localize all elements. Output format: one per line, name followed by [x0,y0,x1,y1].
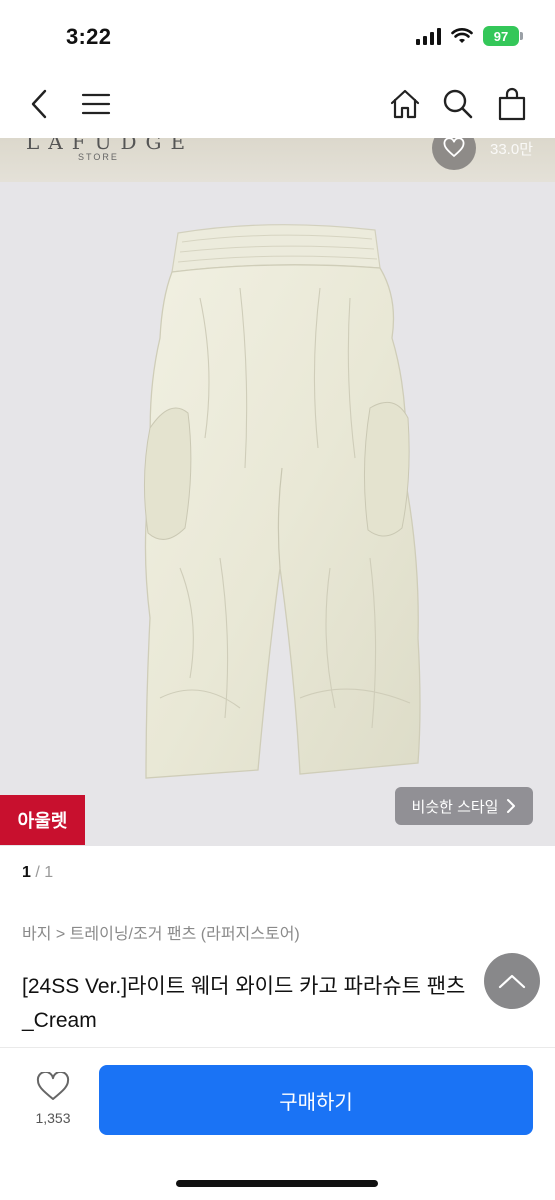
battery-icon: 97 [483,26,523,46]
cargo-pants-image [143,224,421,779]
wishlist-count: 1,353 [35,1110,71,1126]
wifi-icon [451,28,473,43]
wishlist-button[interactable]: 1,353 [22,1072,84,1126]
shopping-bag-icon[interactable] [492,84,532,124]
product-title: [24SS Ver.]라이트 웨더 와이드 카고 파라슈트 팬츠_Cream [22,975,466,1032]
pager-total: / 1 [35,864,54,881]
chevron-up-icon [498,974,526,989]
breadcrumb[interactable]: 바지 > 트레이닝/조거 팬츠 (라퍼지스토어) [22,920,300,944]
product-image[interactable]: LAFUDGE STORE 33.0만 [0,138,555,846]
similar-style-label: 비슷한 스타일 [411,798,499,816]
buy-button[interactable]: 구매하기 [99,1065,533,1135]
image-pager: 1 / 1 [22,864,53,882]
nav-bar [0,72,555,134]
similar-style-button[interactable]: 비슷한 스타일 [395,787,533,825]
battery-level: 97 [493,28,509,44]
scroll-top-button[interactable] [484,953,540,1009]
home-indicator [176,1180,378,1187]
status-bar: 3:22 97 [0,0,555,70]
home-icon[interactable] [385,84,425,124]
pager-current: 1 [22,864,31,881]
heart-outline-icon [36,1072,70,1100]
status-time: 3:22 [66,24,112,49]
chevron-left-icon[interactable] [20,84,60,124]
hamburger-menu-icon[interactable] [76,84,116,124]
bottom-action-bar: 1,353 구매하기 [0,1048,555,1200]
search-icon[interactable] [438,84,478,124]
chevron-right-icon [507,799,516,813]
outlet-badge: 아울렛 [0,795,85,845]
status-icons: 97 [416,26,523,46]
cellular-signal-icon [416,27,441,45]
